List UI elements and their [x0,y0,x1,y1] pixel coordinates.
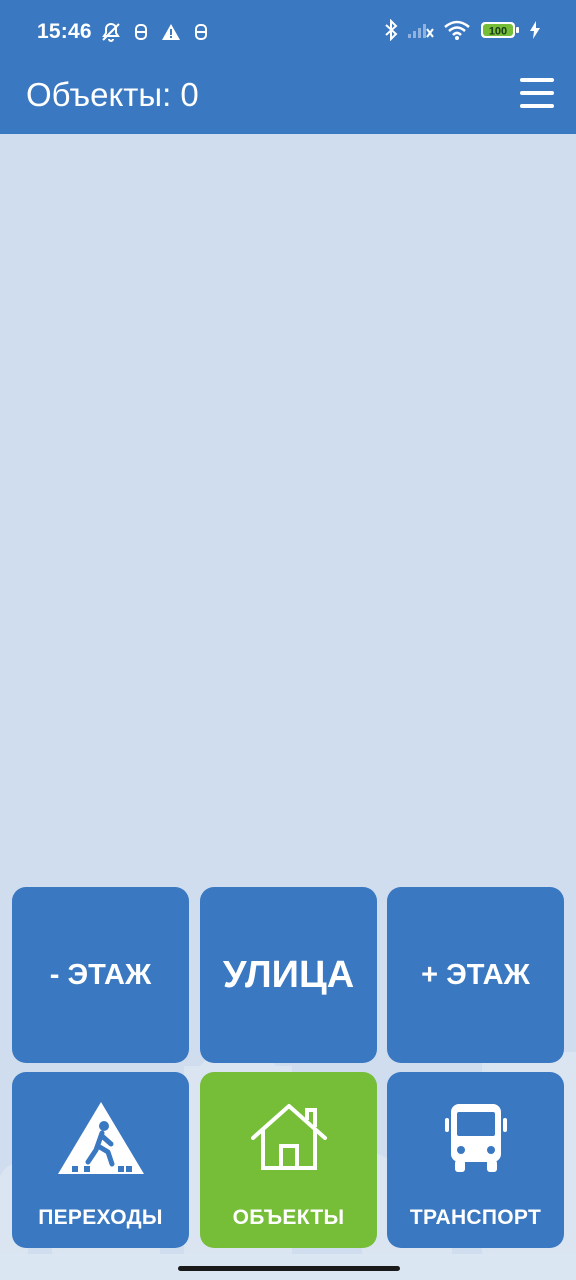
status-right: 100 [384,18,540,46]
status-left: 15:46 [37,20,212,44]
floor-down-button[interactable]: - ЭТАЖ [12,887,189,1063]
floor-up-label: + ЭТАЖ [421,958,530,991]
street-label: УЛИЦА [222,953,355,996]
objects-label: ОБЪЕКТЫ [232,1206,345,1229]
svg-text:100: 100 [489,26,507,38]
objects-button[interactable]: ОБЪЕКТЫ [200,1072,377,1248]
warning-icon [160,21,182,43]
charging-icon [530,21,540,44]
bus-icon [387,1100,564,1176]
street-button[interactable]: УЛИЦА [200,887,377,1063]
page-title: Объекты: 0 [26,76,199,113]
robot-icon [130,21,152,43]
pedestrian-crossing-icon [12,1100,189,1176]
bell-off-icon [100,21,122,43]
house-icon [200,1100,377,1172]
system-nav-bar [0,1254,576,1280]
status-bar: 15:46 100 [0,0,576,62]
floor-up-button[interactable]: + ЭТАЖ [387,887,564,1063]
status-time: 15:46 [37,20,92,43]
crossings-button[interactable]: ПЕРЕХОДЫ [12,1072,189,1248]
transport-label: ТРАНСПОРТ [409,1206,542,1229]
hamburger-menu-icon[interactable] [520,76,554,110]
app-bar: Объекты: 0 [0,62,576,134]
transport-button[interactable]: ТРАНСПОРТ [387,1072,564,1248]
crossings-label: ПЕРЕХОДЫ [38,1206,163,1229]
battery-icon: 100 [480,20,520,45]
robot-icon [190,21,212,43]
signal-icon [408,21,434,44]
floor-down-label: - ЭТАЖ [49,958,152,991]
home-gesture-handle[interactable] [178,1266,400,1271]
wifi-icon [444,20,470,45]
bluetooth-icon [384,18,398,46]
